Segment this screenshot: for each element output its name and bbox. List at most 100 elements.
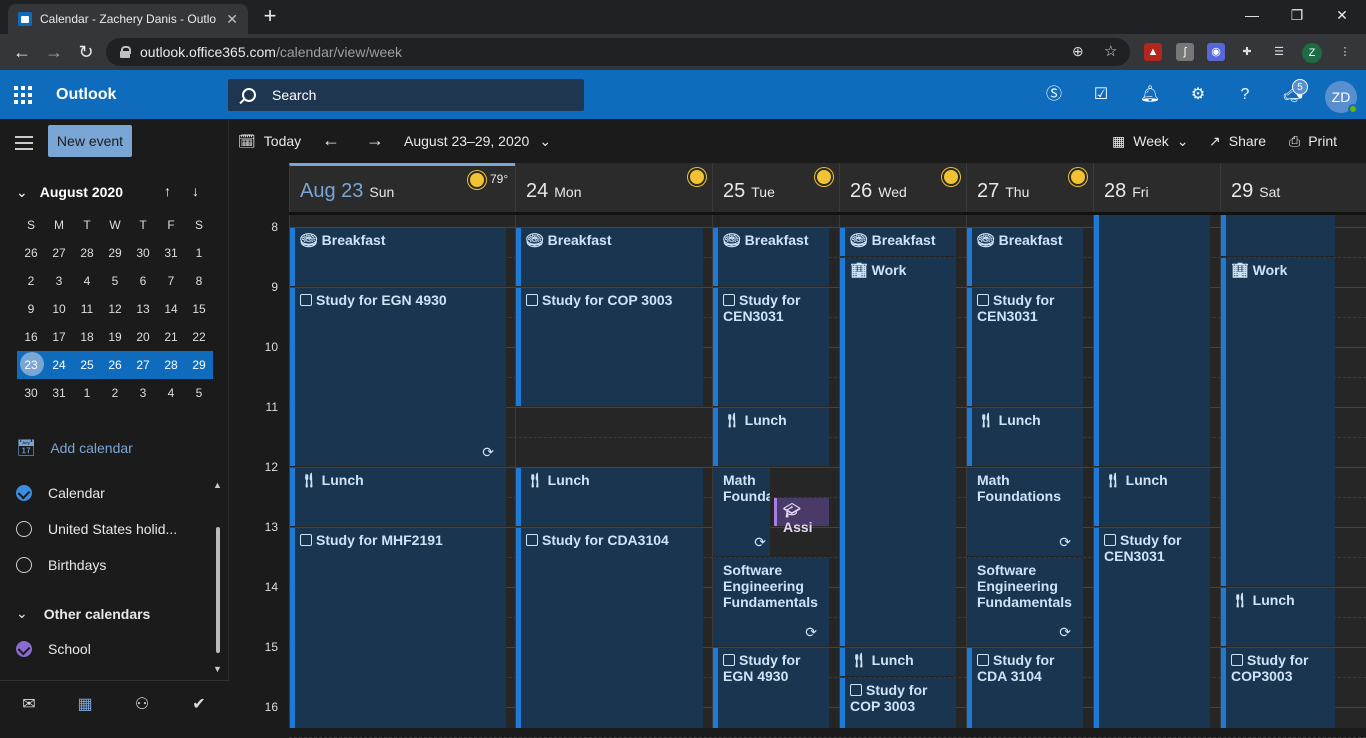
event-breakfast[interactable]: 🥯︎ Breakfast [713,228,829,286]
day-header-sat[interactable]: 29 Sat [1220,163,1366,213]
close-tab-icon[interactable]: ✕ [226,11,238,28]
notifications-bell-icon[interactable]: 🔔︎ [1139,84,1161,106]
puzzle-extensions-icon[interactable]: ✚ [1238,43,1256,61]
mini-calendar-day[interactable]: 16 [17,323,45,351]
mini-calendar-day[interactable]: 21 [157,323,185,351]
share-button[interactable]: ↗ Share [1209,133,1266,150]
forward-icon[interactable]: → [43,41,65,63]
mini-calendar-day[interactable]: 13 [129,295,157,323]
mini-calendar-day[interactable]: 14 [157,295,185,323]
mini-calendar-day[interactable]: 17 [45,323,73,351]
mini-calendar-day[interactable]: 4 [73,267,101,295]
address-bar[interactable]: outlook.office365.com/calendar/view/week… [106,38,1130,66]
event-work[interactable]: 🏢︎ Work [840,258,956,646]
mini-calendar-day[interactable]: 8 [185,267,213,295]
mini-calendar-day[interactable]: 9 [17,295,45,323]
event-work[interactable]: 🏢︎ Work [1221,258,1335,586]
event-untitled-block[interactable] [1221,215,1335,256]
day-header-tue[interactable]: 25 Tue [712,163,839,213]
view-switcher[interactable]: ▦ Week ⌄ [1112,133,1189,150]
mini-calendar-day[interactable]: 30 [129,239,157,267]
event-study[interactable]: Study for CDA 3104 [967,648,1083,728]
mini-calendar-month[interactable]: August 2020 [40,184,123,200]
event-math-foundations[interactable]: Math Founda ⟳ [713,468,770,556]
app-launcher-icon[interactable] [14,86,32,104]
add-icon[interactable]: ⊕ [1072,43,1084,60]
event-breakfast[interactable]: 🥯︎ Breakfast [516,228,703,286]
mini-calendar-day[interactable]: 4 [157,379,185,407]
next-week-arrow-icon[interactable]: → [366,130,384,151]
mini-calendar-day[interactable]: 28 [157,351,185,379]
other-calendars-header[interactable]: ⌄ Other calendars [16,605,150,622]
mini-calendar-day[interactable]: 10 [45,295,73,323]
minimize-button[interactable]: — [1232,4,1272,28]
mini-calendar-day[interactable]: 31 [45,379,73,407]
event-study[interactable]: Study for CDA3104 [516,528,703,728]
scroll-up-arrow-icon[interactable]: ▲ [213,480,222,490]
mini-calendar-day[interactable]: 5 [101,267,129,295]
event-breakfast[interactable]: 🥯︎ Breakfast [840,228,956,256]
event-math-foundations[interactable]: Math Foundations ⟳ [967,468,1083,556]
pdf-extension-icon[interactable]: ▲ [1144,43,1162,61]
event-study[interactable]: Study for MHF2191 [290,528,506,728]
event-study[interactable]: Study for CEN3031 [713,288,829,406]
event-study[interactable]: Study for COP3003 [1221,648,1335,728]
hamburger-menu-icon[interactable] [15,136,33,150]
add-calendar-button[interactable]: 📅︎ Add calendar [16,438,133,458]
search-box[interactable]: Search [228,79,584,111]
date-range-picker[interactable]: August 23–29, 2020 ⌄ [404,133,551,150]
event-breakfast[interactable]: 🥯︎ Breakfast [290,228,506,286]
help-icon[interactable]: ? [1234,84,1256,106]
event-lunch[interactable]: 🍴︎ Lunch [967,408,1083,466]
extension-icon[interactable]: ʃ [1176,43,1194,61]
day-header-mon[interactable]: 24 Mon [515,163,712,213]
mini-calendar-day[interactable]: 12 [101,295,129,323]
mail-icon[interactable]: ✉ [19,694,39,714]
today-button[interactable]: 🗓︎ Today [238,133,301,150]
mini-calendar-day[interactable]: 23 [17,351,45,379]
close-window-button[interactable]: ✕ [1322,4,1362,28]
bookmark-star-icon[interactable]: ☆ [1104,42,1117,60]
mini-calendar-day[interactable]: 24 [45,351,73,379]
my-day-icon[interactable]: ☑ [1090,84,1112,106]
event-untitled-block[interactable] [1094,215,1210,466]
people-icon[interactable]: ⚇ [132,694,152,714]
mini-calendar-day[interactable]: 22 [185,323,213,351]
day-header-sun[interactable]: Aug 23 Sun 79° [289,163,515,213]
next-month-arrow-icon[interactable]: ↓ [192,183,199,199]
skype-icon[interactable]: Ⓢ [1043,84,1065,106]
event-study[interactable]: Study for CEN3031 [1094,528,1210,728]
tasks-icon[interactable]: ✔ [189,694,209,714]
mini-calendar-day[interactable]: 5 [185,379,213,407]
new-tab-button[interactable]: + [258,5,282,29]
event-lunch[interactable]: 🍴︎ Lunch [290,468,506,526]
mini-calendar-day[interactable]: 1 [73,379,101,407]
event-lunch[interactable]: 🍴︎ Lunch [1094,468,1210,526]
scroll-down-arrow-icon[interactable]: ▼ [213,664,222,674]
avatar[interactable]: ZD [1325,81,1358,114]
calendar-item-us-holidays[interactable]: United States holid... [16,521,177,537]
profile-icon[interactable]: Z [1302,43,1322,63]
calendar-item-school[interactable]: School [16,641,91,657]
left-pane-scrollbar[interactable] [216,527,220,653]
mini-calendar-day[interactable]: 27 [45,239,73,267]
chrome-menu-icon[interactable]: ⋮ [1336,43,1354,61]
event-lunch[interactable]: 🍴︎ Lunch [516,468,703,526]
mini-calendar-day[interactable]: 6 [129,267,157,295]
event-breakfast[interactable]: 🥯︎ Breakfast [967,228,1083,286]
mini-calendar-day[interactable]: 31 [157,239,185,267]
print-button[interactable]: ⎙ Print [1289,133,1337,150]
calendar-item-calendar[interactable]: Calendar [16,485,105,501]
mini-calendar-day[interactable]: 26 [17,239,45,267]
mini-calendar-day[interactable]: 11 [73,295,101,323]
event-study[interactable]: Study for COP 3003 [840,678,956,728]
mini-calendar-day[interactable]: 29 [185,351,213,379]
mini-calendar-day[interactable]: 2 [17,267,45,295]
day-header-wed[interactable]: 26 Wed [839,163,966,213]
collapse-chevron-icon[interactable]: ⌄ [16,184,28,200]
mini-calendar-day[interactable]: 27 [129,351,157,379]
mini-calendar-day[interactable]: 7 [157,267,185,295]
mini-calendar-day[interactable]: 3 [129,379,157,407]
event-lunch[interactable]: 🍴︎ Lunch [840,648,956,676]
camera-extension-icon[interactable]: ◉ [1207,43,1225,61]
